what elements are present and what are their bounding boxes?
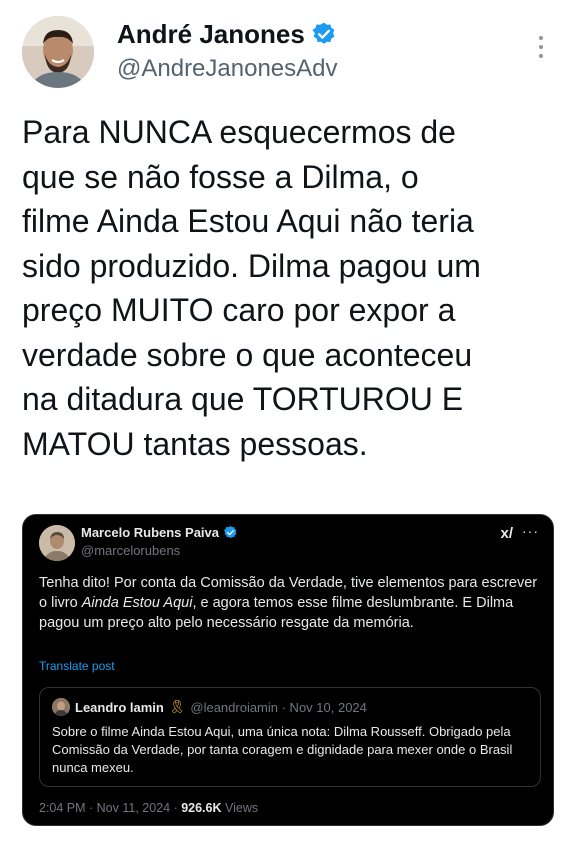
ribbon-icon: 🎗 xyxy=(168,699,186,714)
quoted-author-handle[interactable]: @marcelorubens xyxy=(81,543,180,558)
nested-tweet-header: Leandro lamin 🎗 @leandroiamin · Nov 10, … xyxy=(52,698,367,716)
quoted-tweet-meta: 2:04 PM · Nov 11, 2024 · 926.6K Views xyxy=(39,801,258,815)
nested-handle-date[interactable]: @leandroiamin · Nov 10, 2024 xyxy=(190,700,367,715)
quoted-author-photo xyxy=(39,525,75,561)
views-label: Views xyxy=(221,801,259,815)
quoted-author-name-row[interactable]: Marcelo Rubens Paiva xyxy=(81,525,238,540)
nested-author-name[interactable]: Leandro lamin xyxy=(75,700,164,715)
quoted-timestamp[interactable]: 2:04 PM · Nov 11, 2024 · xyxy=(39,801,181,815)
quoted-text-book-title: Ainda Estou Aqui xyxy=(81,595,193,611)
author-photo xyxy=(22,16,94,88)
nested-author-photo xyxy=(52,698,70,716)
quoted-author-name[interactable]: Marcelo Rubens Paiva xyxy=(81,525,219,540)
nested-tweet-text: Sobre o filme Ainda Estou Aqui, uma únic… xyxy=(52,724,513,775)
grok-icon[interactable]: x/ xyxy=(500,525,513,542)
author-name-row[interactable]: André Janones xyxy=(117,18,338,50)
tweet-header: André Janones @AndreJanonesAdv xyxy=(22,16,554,90)
more-options-icon[interactable] xyxy=(538,36,544,62)
nested-author-avatar[interactable] xyxy=(52,698,70,716)
nested-quoted-tweet[interactable]: Leandro lamin 🎗 @leandroiamin · Nov 10, … xyxy=(39,687,541,787)
translate-post-link[interactable]: Translate post xyxy=(39,659,115,673)
author-name[interactable]: André Janones xyxy=(117,18,305,50)
verified-badge-icon xyxy=(312,22,335,44)
quoted-verified-badge-icon xyxy=(223,525,237,539)
quoted-more-options-icon[interactable]: ··· xyxy=(522,523,539,539)
tweet-text: Para NUNCA esquecermos de que se não fos… xyxy=(22,114,481,462)
quoted-tweet-card[interactable]: Marcelo Rubens Paiva @marcelorubens x/ ·… xyxy=(22,514,554,826)
quoted-tweet-text: Tenha dito! Por conta da Comissão da Ver… xyxy=(39,573,539,633)
author-handle[interactable]: @AndreJanonesAdv xyxy=(117,52,338,86)
views-count: 926.6K xyxy=(181,801,222,815)
author-avatar[interactable] xyxy=(22,16,94,88)
quoted-author-avatar[interactable] xyxy=(39,525,75,561)
